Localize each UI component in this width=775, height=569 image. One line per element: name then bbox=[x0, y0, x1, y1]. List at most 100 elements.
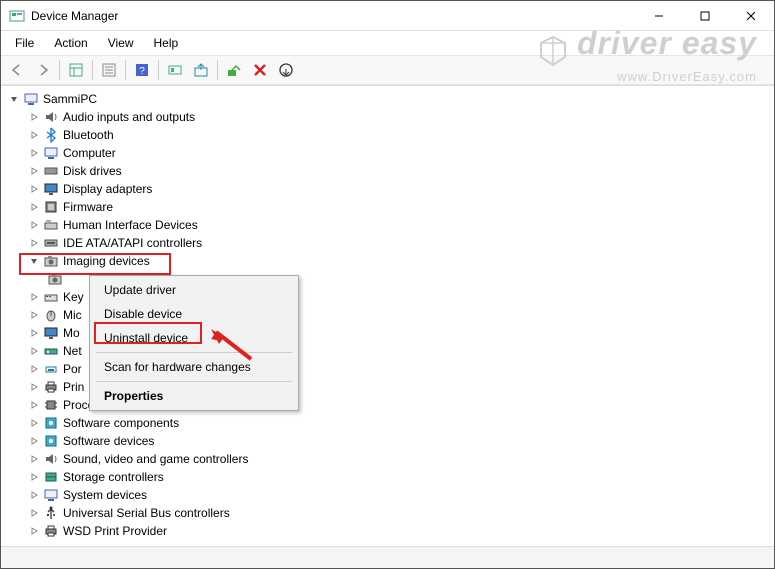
printer-icon bbox=[43, 523, 59, 539]
software-icon bbox=[43, 415, 59, 431]
help-button[interactable]: ? bbox=[130, 58, 154, 82]
expand-icon[interactable] bbox=[27, 380, 41, 394]
expand-icon[interactable] bbox=[27, 452, 41, 466]
context-menu-item-disable[interactable]: Disable device bbox=[92, 302, 296, 326]
menu-view[interactable]: View bbox=[100, 33, 142, 53]
minimize-button[interactable] bbox=[636, 1, 682, 31]
camera-icon bbox=[43, 253, 59, 269]
expand-icon[interactable] bbox=[27, 200, 41, 214]
tree-item-wsd[interactable]: WSD Print Provider bbox=[23, 522, 772, 540]
titlebar: Device Manager bbox=[1, 1, 774, 31]
uninstall-device-button[interactable] bbox=[248, 58, 272, 82]
usb-icon bbox=[43, 505, 59, 521]
tree-root[interactable]: SammiPC bbox=[3, 90, 772, 108]
expand-icon[interactable] bbox=[27, 218, 41, 232]
toolbar-separator bbox=[59, 60, 60, 80]
collapse-icon[interactable] bbox=[7, 92, 21, 106]
tree-item-softwaredevices[interactable]: Software devices bbox=[23, 432, 772, 450]
tree-item-diskdrives[interactable]: Disk drives bbox=[23, 162, 772, 180]
tree-item-bluetooth[interactable]: Bluetooth bbox=[23, 126, 772, 144]
camera-icon bbox=[47, 271, 63, 287]
context-menu: Update driver Disable device Uninstall d… bbox=[89, 275, 299, 411]
expand-icon[interactable] bbox=[27, 128, 41, 142]
menu-file[interactable]: File bbox=[7, 33, 42, 53]
expand-icon[interactable] bbox=[27, 434, 41, 448]
computer-icon bbox=[43, 145, 59, 161]
tree-item-softwarecomponents[interactable]: Software components bbox=[23, 414, 772, 432]
expand-icon[interactable] bbox=[27, 506, 41, 520]
expand-icon[interactable] bbox=[27, 524, 41, 538]
maximize-button[interactable] bbox=[682, 1, 728, 31]
hid-icon bbox=[43, 217, 59, 233]
expand-icon[interactable] bbox=[27, 182, 41, 196]
tree-item-firmware[interactable]: Firmware bbox=[23, 198, 772, 216]
display-icon bbox=[43, 181, 59, 197]
collapse-icon[interactable] bbox=[27, 254, 41, 268]
toolbar: ? bbox=[1, 55, 774, 85]
toolbar-separator bbox=[92, 60, 93, 80]
toolbar-separator bbox=[158, 60, 159, 80]
printer-icon bbox=[43, 379, 59, 395]
expand-icon[interactable] bbox=[27, 146, 41, 160]
context-menu-item-update[interactable]: Update driver bbox=[92, 278, 296, 302]
expand-icon[interactable] bbox=[27, 470, 41, 484]
tree-item-hid[interactable]: Human Interface Devices bbox=[23, 216, 772, 234]
back-button[interactable] bbox=[5, 58, 29, 82]
menubar: File Action View Help bbox=[1, 31, 774, 55]
expand-icon[interactable] bbox=[27, 290, 41, 304]
menu-action[interactable]: Action bbox=[46, 33, 95, 53]
context-menu-item-scan[interactable]: Scan for hardware changes bbox=[92, 355, 296, 379]
expand-icon[interactable] bbox=[27, 308, 41, 322]
computer-icon bbox=[23, 91, 39, 107]
expand-icon[interactable] bbox=[27, 488, 41, 502]
close-button[interactable] bbox=[728, 1, 774, 31]
expand-icon[interactable] bbox=[27, 110, 41, 124]
tree-item-sound[interactable]: Sound, video and game controllers bbox=[23, 450, 772, 468]
svg-text:?: ? bbox=[139, 66, 145, 77]
tree-item-storage[interactable]: Storage controllers bbox=[23, 468, 772, 486]
root-label: SammiPC bbox=[43, 92, 97, 106]
ide-icon bbox=[43, 235, 59, 251]
expand-icon[interactable] bbox=[27, 326, 41, 340]
expand-icon[interactable] bbox=[27, 236, 41, 250]
toolbar-separator bbox=[125, 60, 126, 80]
tree-item-display[interactable]: Display adapters bbox=[23, 180, 772, 198]
content-area: SammiPC Audio inputs and outputs Bluetoo… bbox=[1, 85, 774, 546]
device-tree[interactable]: SammiPC Audio inputs and outputs Bluetoo… bbox=[1, 86, 774, 546]
update-driver-button[interactable] bbox=[189, 58, 213, 82]
tree-item-computer[interactable]: Computer bbox=[23, 144, 772, 162]
tree-item-usb[interactable]: Universal Serial Bus controllers bbox=[23, 504, 772, 522]
app-icon bbox=[9, 8, 25, 24]
toolbar-separator bbox=[217, 60, 218, 80]
system-icon bbox=[43, 487, 59, 503]
menu-help[interactable]: Help bbox=[146, 33, 187, 53]
port-icon bbox=[43, 361, 59, 377]
expand-icon[interactable] bbox=[27, 362, 41, 376]
window-controls bbox=[636, 1, 774, 31]
tree-item-audio[interactable]: Audio inputs and outputs bbox=[23, 108, 772, 126]
mouse-icon bbox=[43, 307, 59, 323]
processor-icon bbox=[43, 397, 59, 413]
properties-button[interactable] bbox=[97, 58, 121, 82]
enable-device-button[interactable] bbox=[222, 58, 246, 82]
expand-icon[interactable] bbox=[27, 398, 41, 412]
monitor-icon bbox=[43, 325, 59, 341]
disable-device-button[interactable] bbox=[274, 58, 298, 82]
device-manager-window: Device Manager File Action View Help ? bbox=[0, 0, 775, 569]
statusbar bbox=[1, 546, 774, 568]
forward-button[interactable] bbox=[31, 58, 55, 82]
expand-icon[interactable] bbox=[27, 344, 41, 358]
show-hide-tree-button[interactable] bbox=[64, 58, 88, 82]
window-title: Device Manager bbox=[31, 9, 118, 23]
context-menu-item-properties[interactable]: Properties bbox=[92, 384, 296, 408]
expand-icon[interactable] bbox=[27, 164, 41, 178]
scan-hardware-button[interactable] bbox=[163, 58, 187, 82]
tree-item-system[interactable]: System devices bbox=[23, 486, 772, 504]
context-menu-item-uninstall[interactable]: Uninstall device bbox=[92, 326, 296, 350]
context-menu-separator bbox=[96, 381, 292, 382]
tree-item-imaging[interactable]: Imaging devices bbox=[23, 252, 772, 270]
tree-item-ide[interactable]: IDE ATA/ATAPI controllers bbox=[23, 234, 772, 252]
keyboard-icon bbox=[43, 289, 59, 305]
expand-icon[interactable] bbox=[27, 416, 41, 430]
network-icon bbox=[43, 343, 59, 359]
